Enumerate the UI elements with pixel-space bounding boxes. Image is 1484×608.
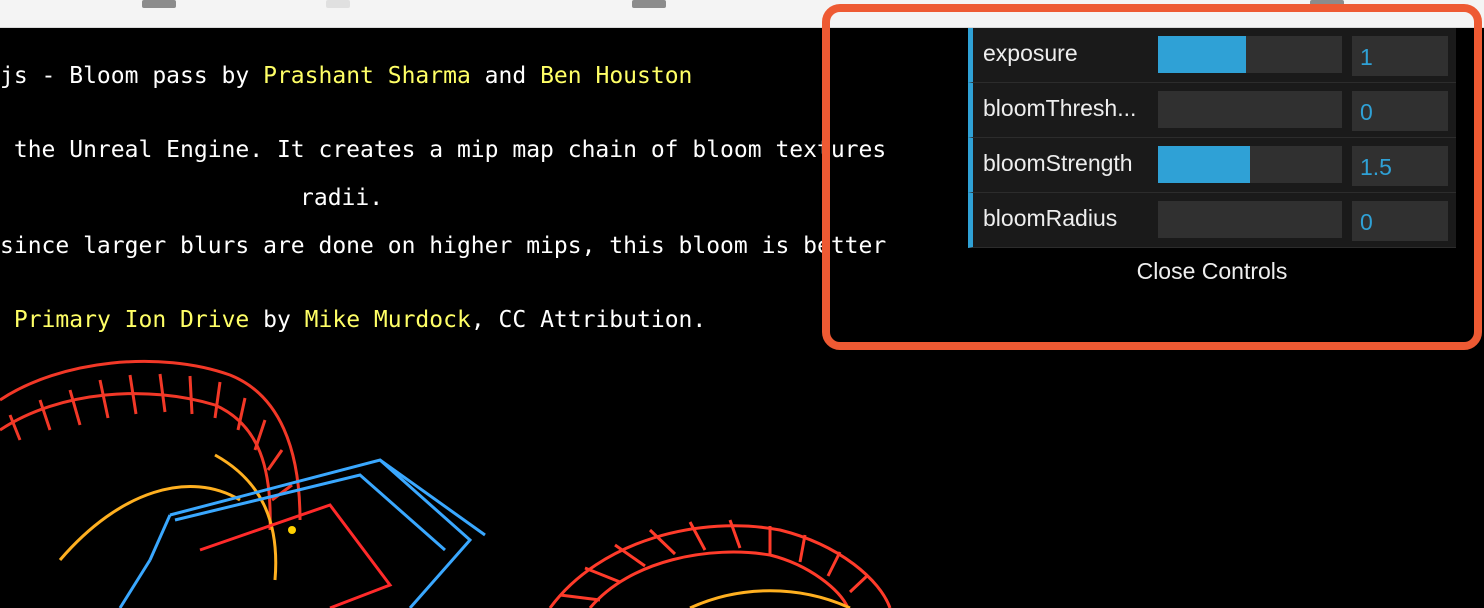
info-line-description: the Unreal Engine. It creates a mip map … (0, 137, 887, 163)
toolbar-icon[interactable] (326, 0, 350, 8)
blue-cube (118, 458, 486, 608)
info-text-fragment: and (470, 63, 541, 89)
red-torus-bottom (548, 519, 892, 608)
info-line-credits: js - Bloom pass by Prashant Sharma and B… (0, 52, 692, 100)
info-text-fragment: js - Bloom pass by (0, 63, 264, 89)
toolbar-icon[interactable] (142, 0, 176, 8)
red-square (199, 503, 393, 608)
author-link-ben[interactable]: Ben Houston (540, 63, 692, 89)
info-line-radii: radii. (300, 185, 384, 211)
orange-arc-bottom (689, 589, 851, 608)
toolbar-icon[interactable] (632, 0, 666, 8)
author-link-prashant[interactable]: Prashant Sharma (263, 63, 471, 89)
highlight-frame (822, 4, 1482, 350)
info-line-mips: since larger blurs are done on higher mi… (0, 233, 887, 259)
webgl-canvas[interactable] (0, 330, 1484, 608)
glow-dot (288, 526, 296, 534)
red-torus-left (0, 359, 302, 531)
